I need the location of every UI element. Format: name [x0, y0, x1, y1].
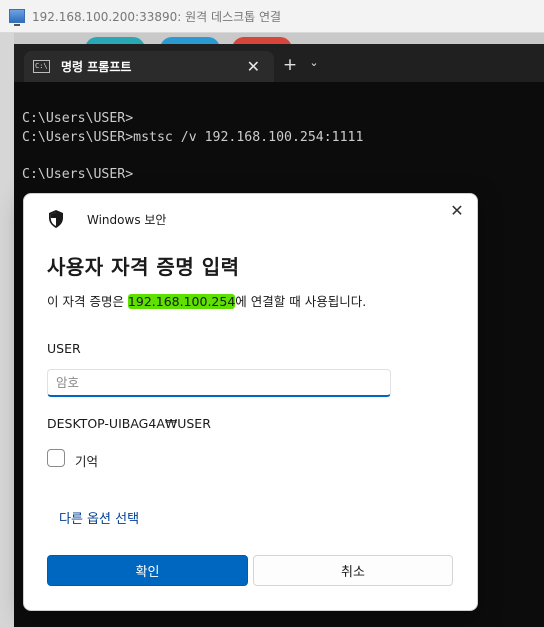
chevron-down-icon[interactable]: ⌄: [304, 56, 324, 69]
rdp-window-title: 192.168.100.200:33890: 원격 데스크톱 연결: [32, 9, 282, 24]
ok-button[interactable]: 확인: [47, 555, 248, 586]
terminal-line: C:\Users\USER>: [22, 111, 134, 126]
terminal-output[interactable]: C:\Users\USER> C:\Users\USER>mstsc /v 192…: [22, 110, 363, 185]
terminal-line: C:\Users\USER>: [22, 167, 134, 183]
tab-command-prompt[interactable]: C:\ 명령 프롬프트 ✕: [24, 51, 274, 82]
rdp-title-bar: 192.168.100.200:33890: 원격 데스크톱 연결: [0, 0, 544, 33]
terminal-line: ​: [22, 147, 363, 166]
username-label: USER: [47, 341, 81, 356]
dialog-description: 이 자격 증명은 192.168.100.254에 연결할 때 사용됩니다.: [47, 291, 366, 310]
dialog-header: Windows 보안: [87, 213, 167, 227]
remote-desktop-icon: [9, 9, 25, 26]
remember-checkbox[interactable]: [47, 449, 65, 467]
password-field[interactable]: [47, 369, 391, 397]
close-icon[interactable]: ✕: [247, 57, 260, 76]
windows-security-dialog: Windows 보안 ✕ 사용자 자격 증명 입력 이 자격 증명은 192.1…: [23, 193, 478, 611]
dialog-title: 사용자 자격 증명 입력: [47, 255, 240, 279]
terminal-line: C:\Users\USER>mstsc /v 192.168.100.254:1…: [22, 129, 364, 145]
more-options-link[interactable]: 다른 옵션 선택: [59, 508, 139, 527]
description-prefix: 이 자격 증명은: [47, 294, 128, 309]
cancel-button[interactable]: 취소: [253, 555, 453, 586]
remember-label: 기억: [75, 454, 99, 469]
new-tab-button[interactable]: +: [277, 55, 303, 75]
terminal-tab-bar: C:\ 명령 프롬프트 ✕ + ⌄: [14, 44, 544, 82]
terminal-icon: C:\: [33, 60, 50, 73]
description-host: 192.168.100.254: [127, 294, 236, 309]
shield-icon: [49, 210, 63, 228]
description-suffix: 에 연결할 때 사용됩니다.: [235, 294, 367, 309]
desktop-left-strip: [0, 33, 14, 627]
tab-label: 명령 프롬프트: [61, 60, 132, 74]
domain-user-label: DESKTOP-UIBAG4A₩USER: [47, 416, 211, 431]
close-icon[interactable]: ✕: [446, 200, 468, 222]
